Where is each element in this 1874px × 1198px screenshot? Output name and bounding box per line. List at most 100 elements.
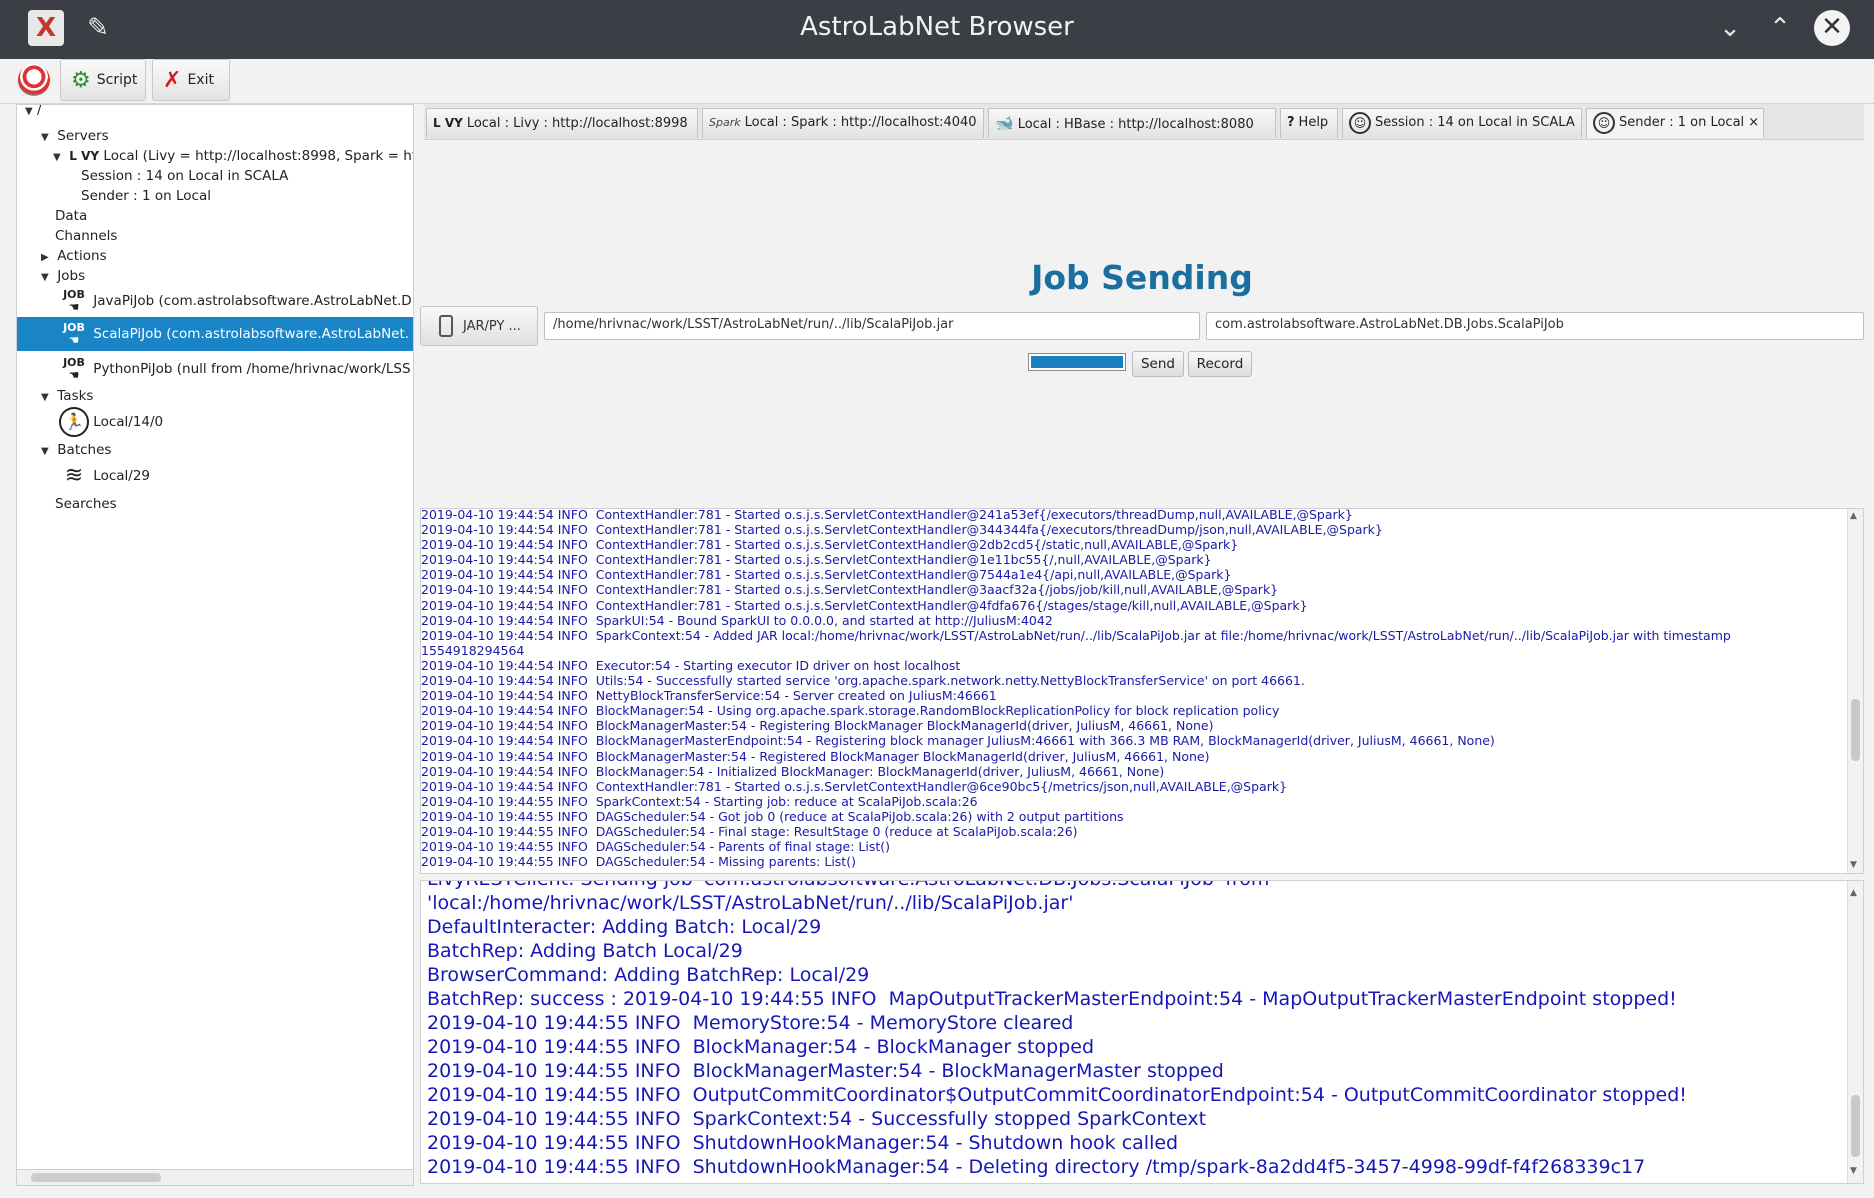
window-title: AstroLabNet Browser (800, 12, 1074, 42)
scrollbar-thumb[interactable] (1851, 1095, 1860, 1157)
tab-help[interactable]: ? Help (1280, 108, 1338, 138)
expand-icon[interactable]: ▼ (53, 147, 65, 169)
expand-icon[interactable]: ▼ (41, 127, 53, 149)
tree-item-servers[interactable]: ▼ Servers (41, 125, 109, 147)
tree-item-batches[interactable]: ▼ Batches (41, 439, 111, 461)
log-line: 2019-04-10 19:44:55 INFO DAGScheduler:54… (421, 823, 1078, 839)
log-line: 2019-04-10 19:44:54 INFO ContextHandler:… (421, 552, 1212, 568)
tab-session[interactable]: ☺ Session : 14 on Local in SCALA (1342, 108, 1582, 138)
tree-item-data[interactable]: Data (55, 205, 87, 227)
console-vertical-scrollbar[interactable]: ▲ ▼ (1847, 881, 1863, 1183)
tree-item-task-local[interactable]: 🏃 Local/14/0 (59, 405, 163, 439)
log-line: 2019-04-10 19:44:54 INFO ContextHandler:… (421, 522, 1383, 538)
face-icon: ☺ (1593, 111, 1615, 134)
record-button[interactable]: Record (1188, 351, 1252, 377)
close-icon[interactable]: ✕ (1814, 10, 1850, 46)
expand-icon[interactable]: ▼ (41, 441, 53, 463)
scroll-down-icon[interactable]: ▼ (1850, 858, 1857, 873)
tab-close-icon[interactable]: × (1748, 115, 1759, 130)
script-button[interactable]: ⚙ Script (60, 59, 146, 101)
log-vertical-scrollbar[interactable]: ▲ ▼ (1847, 509, 1863, 873)
console-output-panel[interactable]: LivyRESTClient: Sending job 'com.astrola… (420, 880, 1864, 1184)
title-bar: X ✎ AstroLabNet Browser ⌄ ⌃ ✕ (0, 0, 1874, 59)
log-line: 2019-04-10 19:44:55 INFO SparkContext:54… (421, 793, 978, 809)
jar-path-field[interactable]: /home/hrivnac/work/LSST/AstroLabNet/run/… (544, 312, 1200, 340)
expand-icon[interactable]: ▼ (41, 267, 53, 289)
job-icon: JOB ☚ (59, 289, 89, 314)
log-line: 2019-04-10 19:44:55 INFO BlockManager:54… (427, 1036, 1095, 1058)
tab-sender-label: Sender : 1 on Local (1619, 115, 1745, 130)
log-line: LivyRESTClient: Sending job 'com.astrola… (427, 881, 1863, 891)
tab-session-label: Session : 14 on Local in SCALA (1375, 115, 1575, 130)
log-line: 'local:/home/hrivnac/work/LSST/AstroLabN… (427, 892, 1074, 914)
script-button-label: Script (96, 72, 138, 88)
scrollbar-thumb[interactable] (31, 1173, 161, 1182)
scrollbar-thumb[interactable] (1851, 699, 1860, 761)
tree-item-batch-local-label: Local/29 (93, 468, 151, 484)
tab-sender[interactable]: ☺ Sender : 1 on Local × (1586, 108, 1764, 138)
tree-horizontal-scrollbar[interactable] (17, 1169, 413, 1185)
script-icon: ⚙ (71, 67, 91, 93)
orca-icon: 🐋 (995, 114, 1014, 132)
scroll-up-icon[interactable]: ▲ (1850, 509, 1857, 524)
jar-select-button-label: JAR/PY ... (463, 318, 521, 334)
job-sending-panel: Job Sending JAR/PY ... /home/hrivnac/wor… (420, 140, 1864, 502)
tree-item-server-local[interactable]: ▼ L VY Local (Livy = http://localhost:89… (53, 145, 413, 169)
log-line: 2019-04-10 19:44:54 INFO BlockManager:54… (421, 703, 1280, 719)
log-line: 2019-04-10 19:44:55 INFO DAGScheduler:54… (421, 854, 856, 870)
tab-hbase[interactable]: 🐋 Local : HBase : http://localhost:8080 (988, 108, 1276, 138)
tree-root-label: / (37, 104, 42, 118)
log-line: 2019-04-10 19:44:54 INFO ContextHandler:… (421, 582, 1279, 598)
tree-item-job-python[interactable]: JOB ☚ PythonPiJob (null from /home/hrivna… (59, 353, 411, 385)
layers-icon: ≋ (64, 463, 84, 488)
tree-item-searches-label: Searches (55, 496, 117, 512)
tree-item-data-label: Data (55, 208, 88, 224)
log-line: 2019-04-10 19:44:54 INFO BlockManagerMas… (421, 748, 1210, 764)
exit-button[interactable]: ✗ Exit (152, 59, 230, 101)
navigation-tree[interactable]: ▼ / ▼ Servers ▼ L VY Local (Livy = http:… (16, 104, 414, 1186)
tree-item-task-local-label: Local/14/0 (93, 414, 164, 430)
tree-item-job-scala[interactable]: JOB ☚ ScalaPiJob (com.astrolabsoftware.As… (17, 317, 413, 351)
tree-item-job-java[interactable]: JOB ☚ JavaPiJob (com.astrolabsoftware.Ast… (59, 285, 412, 317)
maximize-icon[interactable]: ⌃ (1762, 10, 1798, 46)
tree-item-channels[interactable]: Channels (55, 225, 117, 247)
tab-spark-label: Local : Spark : http://localhost:4040 (744, 115, 977, 130)
tab-livy[interactable]: L VY Local : Livy : http://localhost:8998 (426, 108, 698, 138)
log-line: 2019-04-10 19:44:54 INFO BlockManagerMas… (421, 718, 1214, 734)
expand-icon[interactable]: ▼ (41, 387, 53, 409)
job-icon: JOB ☚ (59, 357, 89, 382)
tab-spark[interactable]: Spark Local : Spark : http://localhost:40… (702, 108, 984, 138)
send-button[interactable]: Send (1132, 351, 1184, 377)
job-icon: JOB ☚ (59, 322, 89, 347)
face-icon: ☺ (1349, 111, 1371, 134)
livy-icon: L VY (433, 116, 463, 130)
log-line: BatchRep: Adding Batch Local/29 (427, 940, 743, 962)
log-line: 2019-04-10 19:44:54 INFO BlockManager:54… (421, 763, 1165, 779)
log-line: 2019-04-10 19:44:55 INFO SparkContext:54… (427, 1108, 1207, 1130)
tree-item-tasks[interactable]: ▼ Tasks (41, 385, 93, 407)
log-line: 2019-04-10 19:44:54 INFO ContextHandler:… (421, 537, 1239, 553)
scroll-down-icon[interactable]: ▼ (1850, 1159, 1857, 1183)
exit-button-label: Exit (187, 72, 214, 88)
class-name-field[interactable]: com.astrolabsoftware.AstroLabNet.DB.Jobs… (1206, 312, 1864, 340)
log-line: 2019-04-10 19:44:54 INFO Utils:54 - Succ… (421, 673, 1305, 689)
jar-select-button[interactable]: JAR/PY ... (420, 306, 538, 346)
tree-item-job-python-label: PythonPiJob (null from /home/hrivnac/wor… (93, 361, 411, 377)
tree-item-actions[interactable]: ▶ Actions (41, 245, 107, 267)
log-line: 2019-04-10 19:44:55 INFO ShutdownHookMan… (427, 1156, 1646, 1178)
spark-log-lines: 2019-04-10 19:44:54 INFO ContextHandler:… (421, 509, 1863, 870)
exit-icon: ✗ (163, 67, 182, 93)
tree-item-searches[interactable]: Searches (55, 493, 117, 515)
tree-root[interactable]: ▼ / (25, 104, 42, 123)
minimize-icon[interactable]: ⌄ (1712, 10, 1748, 46)
log-line: 2019-04-10 19:44:54 INFO ContextHandler:… (421, 597, 1308, 613)
tree-item-jobs[interactable]: ▼ Jobs (41, 265, 85, 287)
tree-item-session[interactable]: Session : 14 on Local in SCALA (81, 165, 288, 187)
scroll-up-icon[interactable]: ▲ (1850, 881, 1857, 905)
tree-item-sender[interactable]: Sender : 1 on Local (81, 185, 211, 207)
tree-item-channels-label: Channels (55, 228, 118, 244)
tree-item-batch-local[interactable]: ≋ Local/29 (59, 459, 150, 493)
expand-icon[interactable]: ▼ (25, 105, 37, 123)
spark-log-panel[interactable]: 2019-04-10 19:44:54 INFO ContextHandler:… (420, 508, 1864, 874)
log-line: 2019-04-10 19:44:55 INFO MemoryStore:54 … (427, 1012, 1074, 1034)
